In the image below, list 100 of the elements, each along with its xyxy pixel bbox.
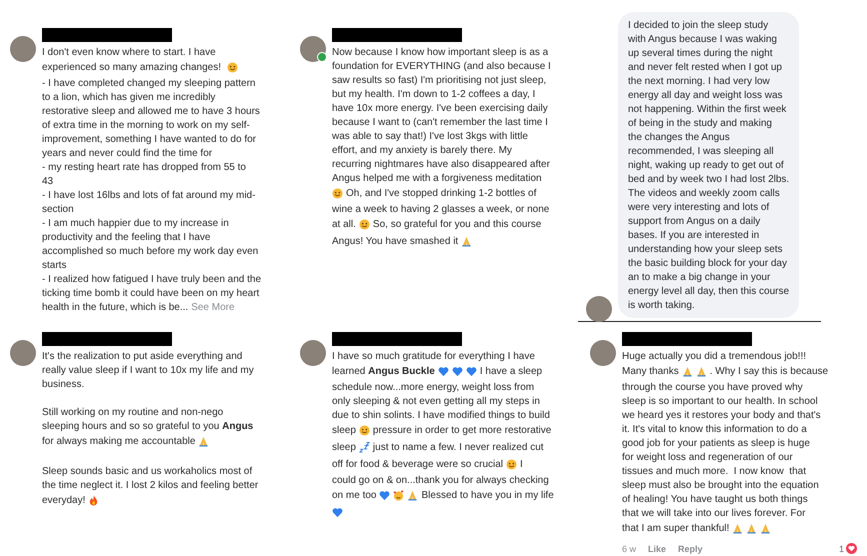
- comment-text: experienced so many amazing changes!: [42, 62, 222, 73]
- comment-text: business.: [42, 378, 84, 390]
- smiley-emoji-icon: [506, 459, 518, 470]
- comment-text: not happening. Within the first week: [628, 104, 786, 114]
- comment-text: ticking time bomb it could have been on my heart: [42, 288, 260, 298]
- comment-text: So, so grateful for you and this course: [372, 219, 542, 230]
- comment-text: because I want to (can't remember the last time I: [332, 116, 548, 128]
- comment-text: restorative sleep and allowed me to have 3 hours: [42, 106, 260, 116]
- comment-text: wine a week to having 2 glasses a week, or none: [332, 204, 550, 214]
- comment-text: Many thanks: [622, 366, 679, 377]
- comment-text: the next morning. I had very low: [628, 76, 770, 86]
- comment-text: pressure in order to get more restorative: [372, 425, 552, 436]
- comment-text: 43: [42, 176, 54, 186]
- comment-text: learned Angus Buckle: [332, 366, 435, 377]
- comment-text: productivity and the feeling that I have: [42, 232, 210, 242]
- see-more-link[interactable]: See More: [191, 302, 235, 312]
- heart-emoji-icon: [466, 366, 477, 377]
- comment-text: saw results so fast) I'm prioritising not just sleep,: [332, 74, 546, 86]
- comment-text: - my resting heart rate has dropped from 55 to: [42, 162, 246, 172]
- comment-text: understanding how your sleep sets: [628, 244, 783, 254]
- comment-text: night, waking up ready to get out of: [628, 160, 784, 170]
- comment-text: years and never could find the time for: [42, 148, 212, 158]
- comment-text: bases. If you are interested in: [628, 230, 760, 240]
- comment-text: we heard yes it restores your body and that's: [622, 410, 821, 420]
- comment-text: - I have lost 16lbs and lots of fat around my mid-: [42, 190, 256, 200]
- comment-text: of healing! You have taught us both things: [622, 494, 808, 504]
- comment-text: sleep is so important to our health. In school: [622, 396, 818, 406]
- comment-text: I decided to join the sleep study: [628, 20, 768, 30]
- comment-action-link[interactable]: Reply: [678, 544, 703, 554]
- comment-text: was able to say that!) I've lost 3kgs with little: [332, 130, 528, 142]
- comment-text: . Why I say this is because: [710, 366, 828, 377]
- comment-text: bed and by week two I had lost 2lbs.: [628, 174, 790, 184]
- comment-text: - I realized how fatigued I have truly been and the: [42, 274, 262, 284]
- comment-text: accomplished so much before my work day even: [42, 246, 258, 256]
- comment-text: the time neglect it. I lost 2 kilos and feeling better: [42, 480, 258, 490]
- comment-text: Sleep sounds basic and us workaholics most of: [42, 466, 252, 476]
- comment-text: of being in the study and making: [628, 118, 772, 128]
- comment-text: up several times during the night: [628, 48, 773, 58]
- comment-text: I have a sleep: [480, 366, 542, 377]
- comment-text: sleep: [332, 442, 356, 453]
- comment-text: schedule now...more energy, weight loss from: [332, 382, 534, 392]
- comment-action-link[interactable]: Like: [648, 544, 666, 554]
- comment-text: that we will take into our lives forever. For: [622, 508, 806, 518]
- comment-text: foundation for EVERYTHING (and also because I: [332, 60, 551, 72]
- comment-text: effort, and my anxiety is barely there. My: [332, 144, 512, 156]
- comment-text: Angus helped me with a forgiveness meditation: [332, 172, 542, 184]
- comment-text: of extra time in the morning to work on my self-: [42, 120, 250, 130]
- comment-text: on me too: [332, 490, 376, 501]
- comment-text: through the course you have proved why: [622, 382, 803, 392]
- heart-emoji-icon: [379, 490, 390, 501]
- comment-text: energy all day and weight loss was: [628, 90, 783, 100]
- comment-text: Still working on my routine and non-nego: [42, 406, 224, 418]
- comment-text: tissues and much more. I now know that: [622, 466, 806, 476]
- hearts-face-emoji-icon: [393, 490, 404, 501]
- comment-text: to a lion, which has given me incredibly: [42, 92, 216, 102]
- comment-text: good job for your patients as sleep is huge: [622, 438, 810, 448]
- comment-text: it. It's vital to know this information to do a: [622, 424, 807, 434]
- comment-text: due to shin solints. I have modified things to build: [332, 410, 550, 420]
- comment-text: the basic building block for your day: [628, 258, 787, 268]
- smiley-emoji-icon: [332, 188, 343, 199]
- comment-text: health in the future, which is be...: [42, 302, 188, 312]
- comment-text: sleeping hours and so so grateful to you Angus: [42, 420, 254, 432]
- comment-text: just to name a few. I never realized cut: [372, 442, 544, 453]
- comment-text: recommended, I was sleeping all: [628, 146, 774, 156]
- heart-emoji-icon: [332, 507, 343, 518]
- smiley-emoji-icon: [358, 219, 370, 230]
- comment-text: but my health. I'm down to 1-2 coffees a day, I: [332, 88, 536, 100]
- reaction-count: 1: [838, 544, 844, 554]
- comment-text: that I am super thankful!: [622, 523, 730, 534]
- comment-text: support from Angus on a daily: [628, 216, 760, 226]
- comment-text: Angus! You have smashed it: [332, 236, 458, 247]
- heart-emoji-icon: [452, 366, 463, 377]
- comment-text: I have so much gratitude for everything I have: [332, 350, 535, 362]
- heart-emoji-icon: [438, 366, 449, 377]
- comment-text: - I have completed changed my sleeping pattern: [42, 78, 256, 88]
- comment-text: improvement, something I have wanted to do for: [42, 134, 256, 144]
- comment-text: the changes the Angus: [628, 132, 730, 142]
- comment-text: Huge actually you did a tremendous job!!!: [622, 350, 806, 362]
- comment-text: Now because I know how important sleep is as a: [332, 46, 548, 58]
- comment-text: sleep: [332, 425, 356, 436]
- comment-text: starts: [42, 260, 66, 270]
- heart-reaction-icon: [846, 543, 857, 554]
- comment-text: sleep must also be brought into the equation: [622, 480, 819, 490]
- comment-text: Blessed to have you in my life: [421, 490, 554, 501]
- comment-text: really value sleep if I want to 10x my life and my: [42, 364, 254, 376]
- comment-text: I: [520, 459, 523, 470]
- comment-text: - I am much happier due to my increase in: [42, 218, 229, 228]
- comment-text: recurring nightmares have also disappeared after: [332, 158, 550, 170]
- comment-text: at all.: [332, 219, 356, 230]
- comment-text: and never felt rested when I got up: [628, 62, 782, 72]
- smiley-emoji-icon: [226, 62, 238, 73]
- zzz-emoji-icon: [358, 442, 370, 453]
- comment-text: with Angus because I was waking: [628, 34, 777, 44]
- comment-text: off for food & beverage were so crucial: [332, 459, 504, 470]
- comment-text: It's the realization to put aside everything and: [42, 350, 242, 362]
- comment-text: only sleeping & not even getting all my steps in: [332, 396, 540, 406]
- smiley-emoji-icon: [358, 425, 370, 436]
- comment-text: could go on & on...thank you for always checking: [332, 474, 549, 486]
- avatar[interactable]: [586, 296, 612, 322]
- fire-emoji-icon: [88, 495, 100, 506]
